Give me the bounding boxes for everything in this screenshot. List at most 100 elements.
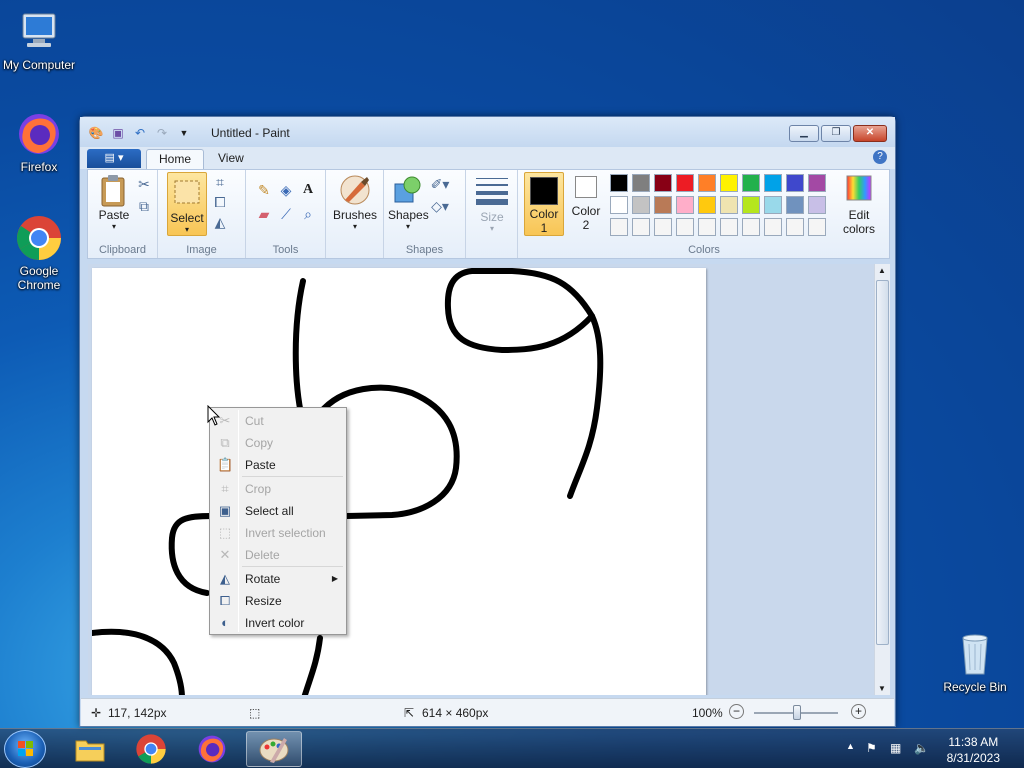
start-button[interactable] bbox=[4, 730, 46, 768]
help-icon[interactable]: ? bbox=[873, 150, 887, 164]
color-swatch[interactable] bbox=[786, 174, 804, 192]
color-swatch[interactable] bbox=[632, 174, 650, 192]
tab-home[interactable]: Home bbox=[146, 149, 205, 169]
color-picker-icon[interactable]: ⟋ bbox=[276, 204, 296, 224]
system-clock[interactable]: 11:38 AM 8/31/2023 bbox=[947, 734, 1000, 766]
scroll-up-icon[interactable]: ▲ bbox=[878, 266, 886, 275]
network-icon[interactable]: ▦ bbox=[890, 741, 901, 755]
text-icon[interactable]: A bbox=[298, 180, 318, 200]
color-swatch[interactable] bbox=[654, 196, 672, 214]
color-swatch[interactable] bbox=[698, 174, 716, 192]
context-menu-item[interactable]: ✕ Delete bbox=[212, 544, 344, 566]
context-menu-item[interactable]: ⧠ Resize bbox=[212, 590, 344, 612]
outline-icon[interactable]: ✐▾ bbox=[430, 174, 450, 194]
color-swatch[interactable] bbox=[808, 174, 826, 192]
color-swatch[interactable] bbox=[808, 218, 826, 236]
context-menu-item[interactable]: ◭ Rotate ▶ bbox=[212, 568, 344, 590]
color-swatch[interactable] bbox=[676, 218, 694, 236]
submenu-arrow-icon: ▶ bbox=[331, 574, 338, 583]
dropdown-arrow-icon: ▾ bbox=[352, 222, 357, 231]
color-swatch[interactable] bbox=[632, 218, 650, 236]
color-swatch[interactable] bbox=[610, 174, 628, 192]
brushes-button[interactable]: Brushes ▾ bbox=[330, 174, 380, 231]
color-swatch[interactable] bbox=[764, 196, 782, 214]
redo-icon[interactable]: ↷ bbox=[154, 125, 170, 141]
context-menu-item[interactable]: ⌗ Crop bbox=[212, 478, 344, 500]
color-swatch[interactable] bbox=[610, 218, 628, 236]
color1-button[interactable]: Color 1 bbox=[524, 172, 564, 236]
taskbar-paint[interactable] bbox=[246, 731, 302, 767]
scroll-thumb[interactable] bbox=[876, 280, 889, 645]
undo-icon[interactable]: ↶ bbox=[132, 125, 148, 141]
context-menu-item[interactable]: ▣ Select all bbox=[212, 500, 344, 522]
customize-qat-icon[interactable]: ▼ bbox=[176, 125, 192, 141]
eraser-icon[interactable]: ▰ bbox=[254, 204, 274, 224]
title-bar[interactable]: 🎨 ▣ ↶ ↷ ▼ Untitled - Paint ▁ ❐ ✕ bbox=[80, 117, 895, 147]
desktop-icon-firefox[interactable]: Firefox bbox=[0, 110, 78, 174]
crop-icon[interactable]: ⌗ bbox=[210, 172, 230, 192]
color-swatch[interactable] bbox=[676, 174, 694, 192]
color-swatch[interactable] bbox=[610, 196, 628, 214]
pencil-icon[interactable]: ✎ bbox=[254, 180, 274, 200]
color-swatch[interactable] bbox=[654, 174, 672, 192]
context-menu-item[interactable]: ⬚ Invert selection bbox=[212, 522, 344, 544]
taskbar-chrome[interactable] bbox=[123, 731, 179, 767]
show-hidden-icons[interactable]: ▲ bbox=[846, 741, 855, 751]
save-icon[interactable]: ▣ bbox=[110, 125, 126, 141]
shape-fill-icon[interactable]: ◇▾ bbox=[430, 196, 450, 216]
color-swatch[interactable] bbox=[720, 196, 738, 214]
zoom-slider-thumb[interactable] bbox=[793, 705, 801, 720]
vertical-scrollbar[interactable]: ▲ ▼ bbox=[874, 264, 890, 695]
paint-app-icon[interactable]: 🎨 bbox=[88, 125, 104, 141]
color-swatch[interactable] bbox=[786, 218, 804, 236]
recycle-bin-icon bbox=[951, 630, 999, 678]
tab-view[interactable]: View bbox=[206, 149, 256, 169]
fill-icon[interactable]: ◈ bbox=[276, 180, 296, 200]
rotate-icon[interactable]: ◭ bbox=[210, 212, 230, 232]
color-swatch[interactable] bbox=[654, 218, 672, 236]
zoom-out-icon[interactable]: − bbox=[729, 704, 744, 719]
color-swatch[interactable] bbox=[676, 196, 694, 214]
color-swatch[interactable] bbox=[786, 196, 804, 214]
zoom-in-icon[interactable]: + bbox=[851, 704, 866, 719]
edit-colors-button[interactable]: Edit colors bbox=[836, 174, 882, 236]
resize-icon[interactable]: ⧠ bbox=[210, 192, 230, 212]
maximize-button[interactable]: ❐ bbox=[821, 125, 851, 142]
desktop-icon-recycle-bin[interactable]: Recycle Bin bbox=[936, 630, 1014, 694]
paste-button[interactable]: Paste ▾ bbox=[94, 174, 134, 231]
taskbar-firefox[interactable] bbox=[184, 731, 240, 767]
cut-icon[interactable]: ✂ bbox=[134, 174, 154, 194]
color2-button[interactable]: Color 2 bbox=[566, 176, 606, 232]
color-swatch[interactable] bbox=[764, 218, 782, 236]
color-swatch[interactable] bbox=[742, 196, 760, 214]
shapes-button[interactable]: Shapes ▾ bbox=[388, 174, 429, 231]
color-swatch[interactable] bbox=[720, 174, 738, 192]
color-swatch[interactable] bbox=[808, 196, 826, 214]
context-menu-item[interactable]: ◐ Invert color bbox=[212, 612, 344, 634]
file-menu-button[interactable]: ▤ ▾ bbox=[87, 149, 141, 168]
size-button[interactable]: Size ▾ bbox=[470, 176, 514, 233]
color-swatch[interactable] bbox=[698, 218, 716, 236]
color-swatch[interactable] bbox=[742, 174, 760, 192]
color-swatch[interactable] bbox=[720, 218, 738, 236]
color-swatch[interactable] bbox=[764, 174, 782, 192]
color-swatch[interactable] bbox=[632, 196, 650, 214]
volume-icon[interactable]: 🔈 bbox=[914, 741, 929, 755]
context-menu-item[interactable]: 📋 Paste bbox=[212, 454, 344, 476]
select-button[interactable]: Select ▾ bbox=[167, 172, 207, 236]
close-button[interactable]: ✕ bbox=[853, 125, 887, 142]
scroll-down-icon[interactable]: ▼ bbox=[878, 684, 886, 693]
action-center-icon[interactable]: ⚑ bbox=[866, 741, 877, 755]
desktop-icon-google-chrome[interactable]: Google Chrome bbox=[0, 214, 78, 292]
minimize-button[interactable]: ▁ bbox=[789, 125, 819, 142]
color-swatch[interactable] bbox=[742, 218, 760, 236]
drawing-canvas[interactable] bbox=[89, 268, 706, 695]
context-menu-item[interactable]: ⧉ Copy bbox=[212, 432, 344, 454]
brushes-label: Brushes bbox=[332, 208, 378, 222]
taskbar-explorer[interactable] bbox=[62, 731, 118, 767]
desktop-icon-my-computer[interactable]: My Computer bbox=[0, 8, 78, 72]
copy-icon[interactable]: ⧉ bbox=[134, 196, 154, 216]
magnifier-icon[interactable]: ⌕ bbox=[298, 204, 318, 224]
context-menu-item[interactable]: ✂ Cut bbox=[212, 410, 344, 432]
color-swatch[interactable] bbox=[698, 196, 716, 214]
